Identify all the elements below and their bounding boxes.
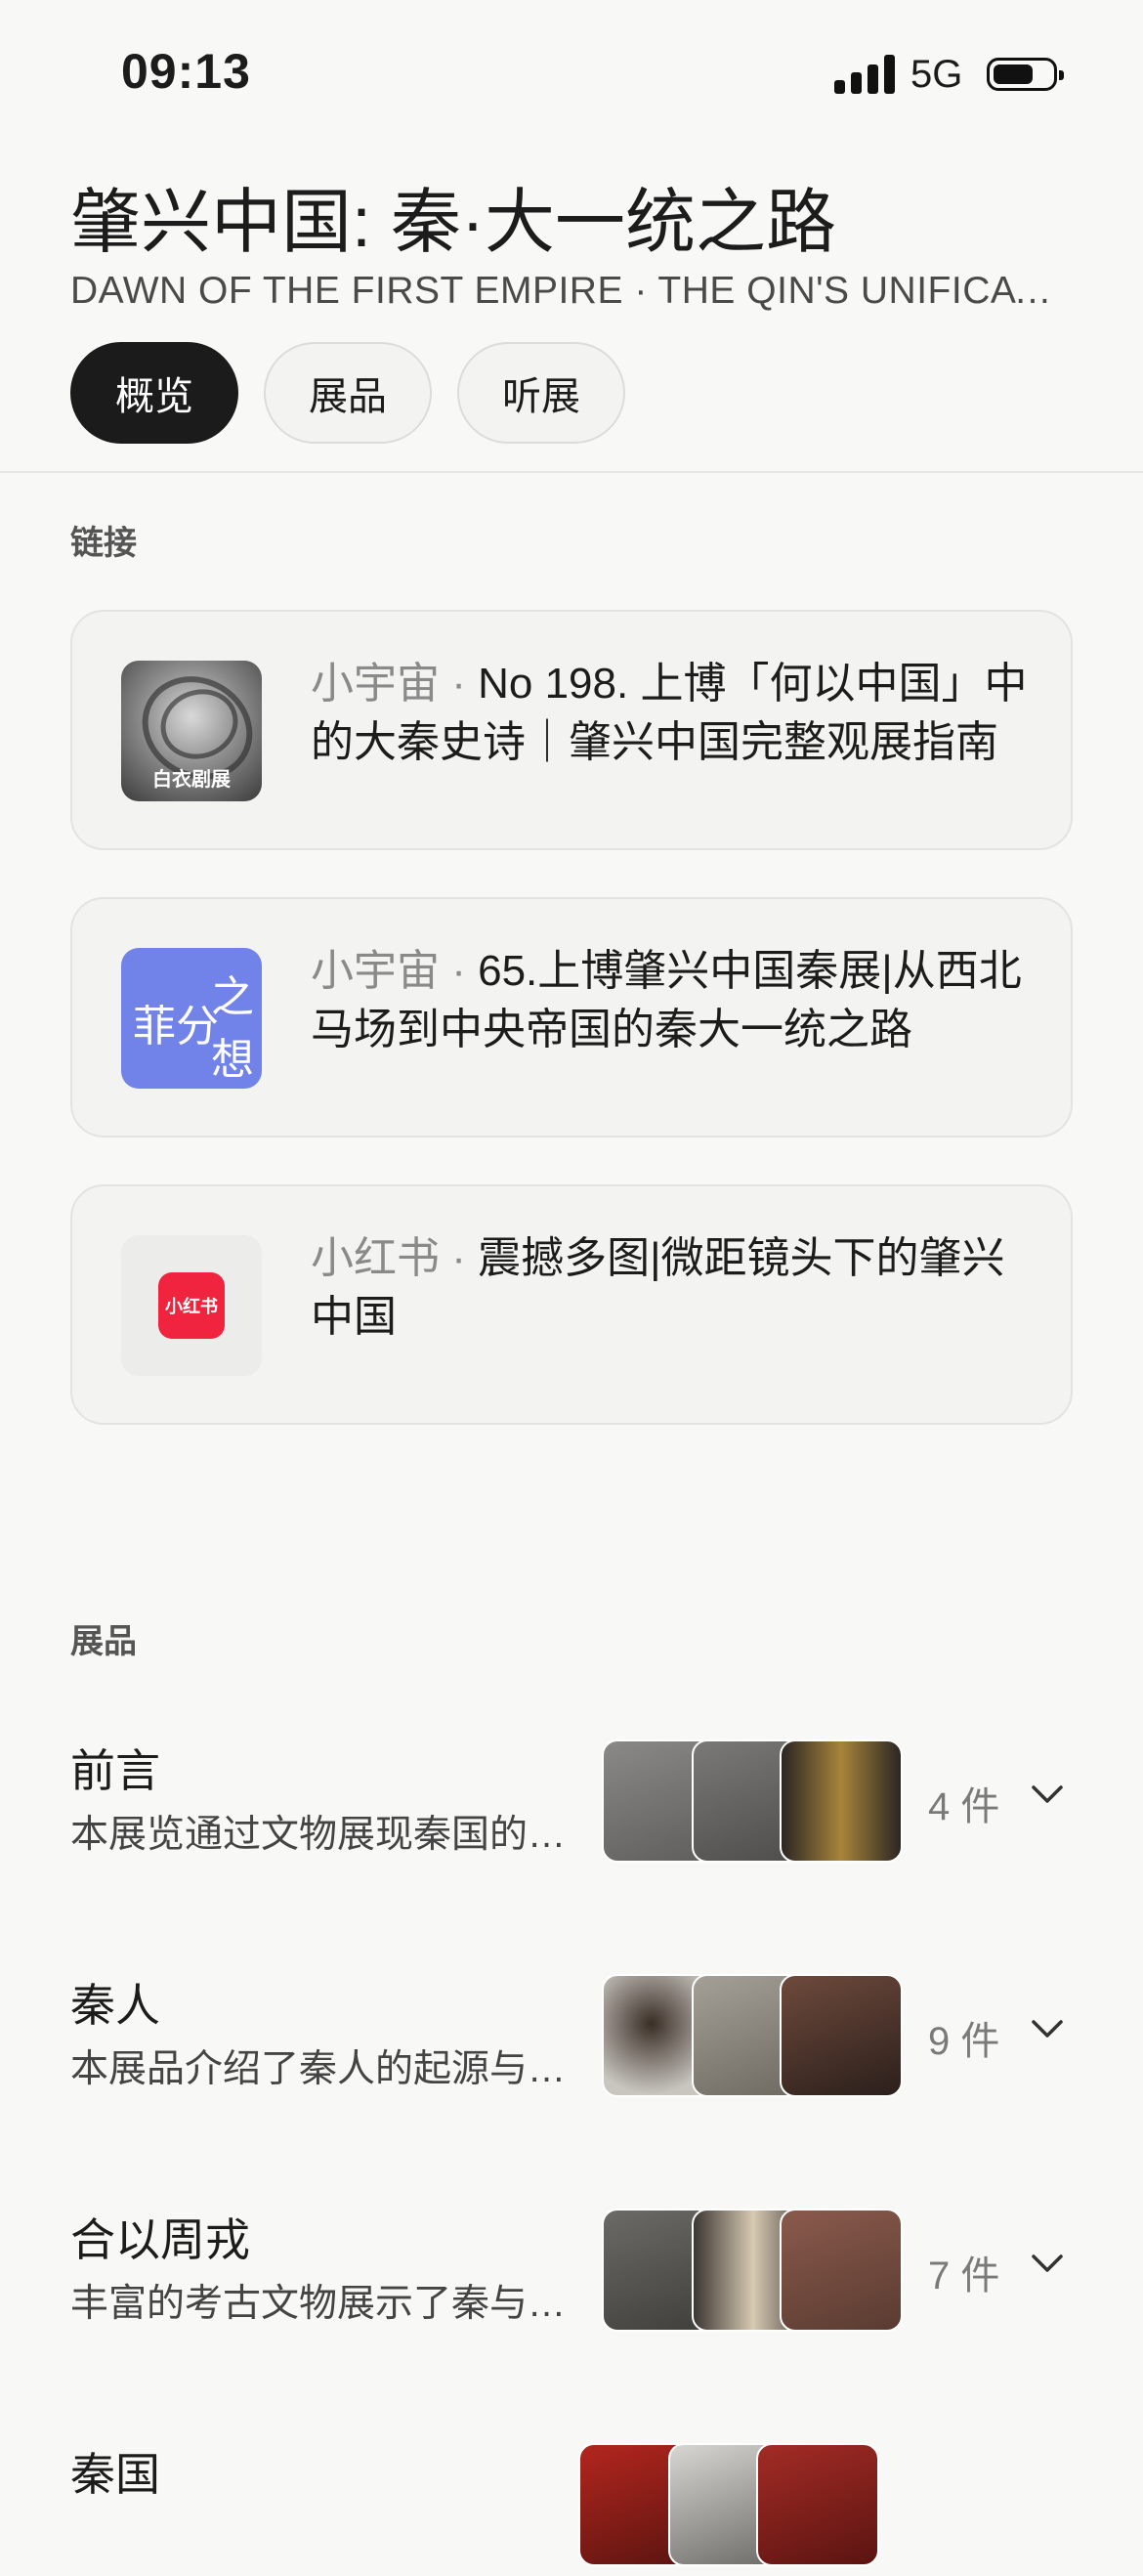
page-title: 肇兴中国: 秦·大一统之路 bbox=[70, 184, 836, 262]
chevron-down-icon[interactable] bbox=[1030, 2246, 1065, 2281]
link-text: 小宇宙 · No 198. 上博「何以中国」中的大秦史诗｜肇兴中国完整观展指南 bbox=[311, 655, 1034, 772]
exhibits-heading: 展品 bbox=[70, 1623, 137, 1660]
exhibit-group-title: 秦人 bbox=[70, 1980, 160, 2031]
status-time: 09:13 bbox=[121, 44, 251, 99]
exhibit-thumbnails bbox=[602, 1739, 903, 1863]
exhibit-group-description: 丰富的考古文物展示了秦与周戎 bbox=[70, 2283, 578, 2325]
header-divider bbox=[0, 471, 1143, 473]
exhibit-group-row[interactable]: 秦国 bbox=[70, 2439, 1073, 2576]
links-heading: 链接 bbox=[70, 525, 137, 562]
link-source: 小宇宙 · bbox=[311, 660, 479, 708]
exhibit-count: 4 件 bbox=[928, 1785, 1000, 1828]
exhibit-thumbnail bbox=[780, 1739, 903, 1863]
exhibit-thumbnail bbox=[756, 2443, 879, 2566]
tab-audio-guide[interactable]: 听展 bbox=[457, 342, 625, 444]
exhibit-group-title: 秦国 bbox=[70, 2449, 160, 2500]
signal-strength-icon bbox=[834, 55, 895, 94]
link-card[interactable]: 小红书 小红书 · 震撼多图|微距镜头下的肇兴中国 bbox=[70, 1184, 1073, 1425]
link-text: 小宇宙 · 65.上博肇兴中国秦展|从西北马场到中央帝国的秦大一统之路 bbox=[311, 942, 1034, 1059]
exhibit-thumbnail bbox=[780, 1974, 903, 2097]
exhibit-group-title: 前言 bbox=[70, 1745, 160, 1796]
link-text: 小红书 · 震撼多图|微距镜头下的肇兴中国 bbox=[311, 1229, 1034, 1347]
link-card[interactable]: 白衣剧展 小宇宙 · No 198. 上博「何以中国」中的大秦史诗｜肇兴中国完整… bbox=[70, 610, 1073, 850]
exhibit-count: 9 件 bbox=[928, 2020, 1000, 2063]
podcast-cover-image: 菲分 之 想 bbox=[121, 948, 262, 1089]
tab-bar: 概览 展品 听展 bbox=[70, 342, 625, 448]
battery-icon bbox=[987, 58, 1064, 91]
cover-text: 想 bbox=[211, 1035, 254, 1085]
status-bar: 09:13 5G bbox=[0, 0, 1143, 137]
link-source: 小宇宙 · bbox=[311, 947, 479, 995]
exhibit-count: 7 件 bbox=[928, 2254, 1000, 2297]
cover-text: 之 bbox=[211, 972, 254, 1022]
link-source: 小红书 · bbox=[311, 1234, 479, 1282]
page-subtitle: DAWN OF THE FIRST EMPIRE · THE QIN'S UNI… bbox=[70, 270, 1057, 312]
exhibit-thumbnail bbox=[780, 2209, 903, 2332]
exhibit-group-description: 本展品介绍了秦人的起源与发展 bbox=[70, 2048, 578, 2090]
exhibit-thumbnails bbox=[602, 1974, 903, 2097]
tab-overview[interactable]: 概览 bbox=[70, 342, 238, 444]
podcast-cover-image: 白衣剧展 bbox=[121, 661, 262, 801]
network-type: 5G bbox=[910, 53, 963, 96]
exhibit-thumbnails bbox=[602, 2209, 903, 2332]
exhibit-group-row[interactable]: 前言 本展览通过文物展现秦国的历史 4 件 bbox=[70, 1736, 1073, 1872]
tab-exhibits[interactable]: 展品 bbox=[264, 342, 432, 444]
cover-text: 菲分 bbox=[133, 1002, 219, 1052]
exhibit-group-title: 合以周戎 bbox=[70, 2214, 250, 2265]
exhibit-group-row[interactable]: 合以周戎 丰富的考古文物展示了秦与周戎 7 件 bbox=[70, 2205, 1073, 2341]
cover-caption: 白衣剧展 bbox=[152, 769, 231, 791]
link-card[interactable]: 菲分 之 想 小宇宙 · 65.上博肇兴中国秦展|从西北马场到中央帝国的秦大一统… bbox=[70, 897, 1073, 1138]
xiaohongshu-logo: 小红书 bbox=[158, 1272, 225, 1339]
xiaohongshu-logo-icon: 小红书 bbox=[121, 1235, 262, 1376]
exhibit-group-description: 本展览通过文物展现秦国的历史 bbox=[70, 1814, 578, 1856]
chevron-down-icon[interactable] bbox=[1030, 2011, 1065, 2046]
exhibit-group-row[interactable]: 秦人 本展品介绍了秦人的起源与发展 9 件 bbox=[70, 1970, 1073, 2107]
exhibit-thumbnails bbox=[578, 2443, 879, 2566]
chevron-down-icon[interactable] bbox=[1030, 1777, 1065, 1812]
